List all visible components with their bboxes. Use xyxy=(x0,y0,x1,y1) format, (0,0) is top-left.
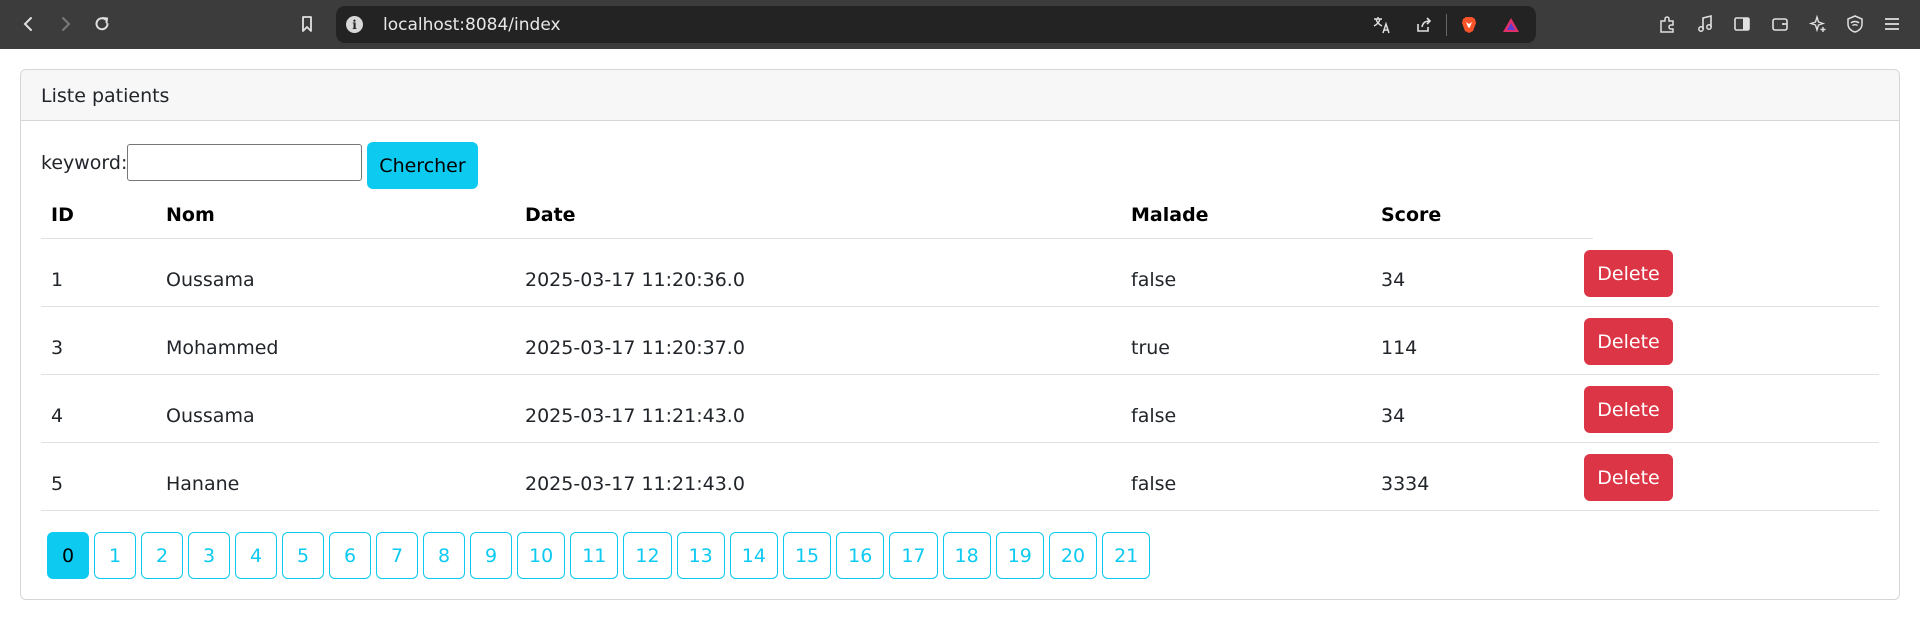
share-icon[interactable] xyxy=(1413,14,1435,36)
search-input[interactable] xyxy=(127,144,362,181)
page-button[interactable]: 4 xyxy=(235,532,277,579)
table-row: 3 Mohammed 2025-03-17 11:20:37.0 true 11… xyxy=(41,307,1899,375)
page-button[interactable]: 13 xyxy=(676,532,725,579)
cell-nom: Hanane xyxy=(166,473,240,495)
url-divider xyxy=(1446,14,1447,36)
cell-malade: false xyxy=(1131,405,1177,427)
page-button[interactable]: 17 xyxy=(889,532,938,579)
header-score: Score xyxy=(1381,204,1442,226)
delete-button[interactable]: Delete xyxy=(1584,454,1673,501)
cell-date: 2025-03-17 11:20:36.0 xyxy=(525,269,745,291)
page-button[interactable]: 20 xyxy=(1048,532,1098,579)
row-divider xyxy=(41,510,1879,511)
page-button[interactable]: 15 xyxy=(782,532,832,579)
page-button[interactable]: 9 xyxy=(470,532,512,579)
page-button[interactable]: 7 xyxy=(376,532,418,579)
table-row: 4 Oussama 2025-03-17 11:21:43.0 false 34… xyxy=(41,375,1899,443)
page-button[interactable]: 18 xyxy=(942,532,991,579)
site-info-icon[interactable]: i xyxy=(346,16,363,33)
reload-icon[interactable] xyxy=(86,8,118,40)
card-title: Liste patients xyxy=(41,85,170,107)
leo-ai-icon[interactable] xyxy=(1806,12,1830,36)
table-row: 1 Oussama 2025-03-17 11:20:36.0 false 34… xyxy=(41,239,1899,307)
cell-date: 2025-03-17 11:21:43.0 xyxy=(525,405,745,427)
page-button[interactable]: 12 xyxy=(623,532,672,579)
page-button[interactable]: 11 xyxy=(570,532,619,579)
sidebar-icon[interactable] xyxy=(1730,12,1754,36)
page-button[interactable]: 3 xyxy=(188,532,230,579)
url-text[interactable]: localhost:8084/index xyxy=(383,15,561,35)
page-button[interactable]: 21 xyxy=(1102,532,1151,579)
search-button[interactable]: Chercher xyxy=(367,142,478,189)
table-row: 5 Hanane 2025-03-17 11:21:43.0 false 333… xyxy=(41,443,1899,511)
pagination: 0 1 2 3 4 5 6 7 8 9 10 11 12 13 14 15 16… xyxy=(47,532,1151,579)
search-label: keyword: xyxy=(41,152,128,174)
cell-nom: Oussama xyxy=(166,269,255,291)
cell-date: 2025-03-17 11:20:37.0 xyxy=(525,337,745,359)
forward-icon[interactable] xyxy=(50,8,82,40)
delete-button[interactable]: Delete xyxy=(1584,386,1673,433)
patients-card: Liste patients keyword: Chercher ID Nom … xyxy=(20,69,1900,600)
bookmark-icon[interactable] xyxy=(291,8,323,40)
brave-shields-icon[interactable] xyxy=(1458,14,1480,36)
card-header: Liste patients xyxy=(21,70,1899,121)
browser-toolbar: i localhost:8084/index xyxy=(0,0,1920,49)
cell-nom: Mohammed xyxy=(166,337,279,359)
page-button[interactable]: 8 xyxy=(423,532,465,579)
page-button[interactable]: 19 xyxy=(995,532,1044,579)
back-icon[interactable] xyxy=(12,8,44,40)
cell-malade: false xyxy=(1131,473,1177,495)
menu-icon[interactable] xyxy=(1880,12,1904,36)
delete-button[interactable]: Delete xyxy=(1584,318,1673,365)
delete-button[interactable]: Delete xyxy=(1584,250,1673,297)
cell-score: 114 xyxy=(1381,337,1418,359)
page-button-current[interactable]: 0 xyxy=(47,532,89,579)
extensions-icon[interactable] xyxy=(1655,12,1679,36)
header-date: Date xyxy=(525,204,576,226)
cell-score: 34 xyxy=(1381,405,1406,427)
vpn-icon[interactable] xyxy=(1843,12,1867,36)
cell-malade: false xyxy=(1131,269,1177,291)
cell-id: 4 xyxy=(51,405,64,427)
cell-score: 34 xyxy=(1381,269,1406,291)
media-icon[interactable] xyxy=(1693,12,1717,36)
cell-score: 3334 xyxy=(1381,473,1430,495)
page-button[interactable]: 10 xyxy=(517,532,566,579)
address-bar[interactable]: i localhost:8084/index xyxy=(336,6,1536,43)
cell-malade: true xyxy=(1131,337,1170,359)
wallet-icon[interactable] xyxy=(1768,12,1792,36)
cell-id: 5 xyxy=(51,473,64,495)
brave-rewards-icon[interactable] xyxy=(1500,14,1522,36)
header-malade: Malade xyxy=(1131,204,1209,226)
header-id: ID xyxy=(51,204,74,226)
cell-id: 3 xyxy=(51,337,64,359)
page-button[interactable]: 6 xyxy=(329,532,371,579)
translate-icon[interactable] xyxy=(1371,14,1393,36)
cell-nom: Oussama xyxy=(166,405,255,427)
page-button[interactable]: 1 xyxy=(94,532,136,579)
page-button[interactable]: 2 xyxy=(141,532,183,579)
cell-date: 2025-03-17 11:21:43.0 xyxy=(525,473,745,495)
page-button[interactable]: 14 xyxy=(729,532,778,579)
cell-id: 1 xyxy=(51,269,64,291)
page-button[interactable]: 16 xyxy=(836,532,885,579)
header-nom: Nom xyxy=(166,204,215,226)
page-button[interactable]: 5 xyxy=(282,532,324,579)
